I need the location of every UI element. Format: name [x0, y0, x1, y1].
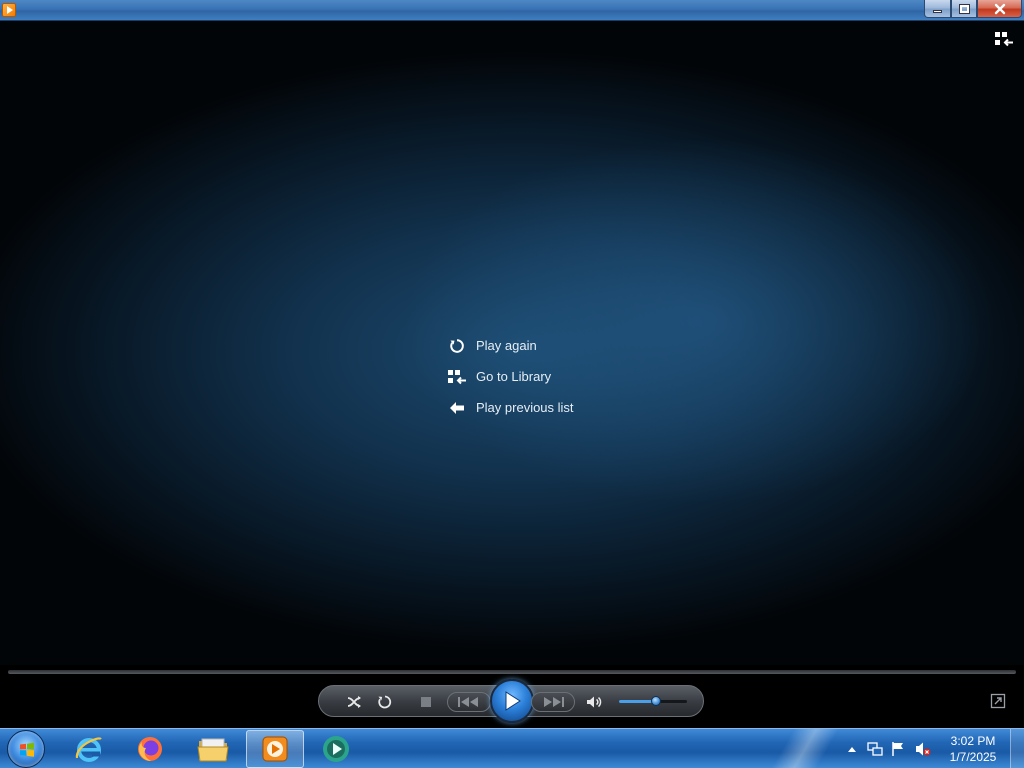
- clock-date: 1/7/2025: [949, 750, 997, 764]
- volume-slider-thumb[interactable]: [651, 696, 662, 706]
- show-hidden-icons-button[interactable]: [844, 741, 860, 757]
- flag-icon: [892, 742, 903, 756]
- windows-media-player-icon: [262, 736, 288, 762]
- clock[interactable]: 3:02 PM 1/7/2025: [943, 733, 1003, 765]
- fullscreen-icon: [990, 693, 1006, 709]
- next-icon: [544, 697, 564, 707]
- stop-button[interactable]: [415, 692, 437, 712]
- go-to-library-button[interactable]: Go to Library: [447, 361, 574, 392]
- title-bar: [0, 0, 1024, 21]
- windows-media-player-icon[interactable]: [2, 3, 16, 17]
- previous-button[interactable]: [447, 692, 491, 712]
- repeat-button[interactable]: [374, 692, 396, 712]
- window-controls: [924, 0, 1022, 19]
- go-to-library-label: Go to Library: [476, 369, 552, 384]
- taskbar-windows-media-center[interactable]: [307, 730, 365, 768]
- shuffle-icon: [347, 696, 361, 708]
- taskbar-windows-media-player[interactable]: [246, 730, 304, 768]
- speaker-muted-icon: [916, 742, 931, 756]
- shuffle-button[interactable]: [343, 692, 365, 712]
- network-button[interactable]: [867, 741, 883, 757]
- windows-logo-icon: [20, 742, 34, 757]
- minimize-button[interactable]: [924, 0, 951, 18]
- library-icon: [447, 369, 467, 385]
- now-playing-area: Play again Go to Library Play previous l…: [0, 21, 1024, 665]
- stop-icon: [421, 697, 431, 707]
- action-center-button[interactable]: [890, 741, 906, 757]
- media-center-icon: [323, 736, 349, 762]
- player-controls-bar: [0, 665, 1024, 728]
- restore-icon: [959, 4, 969, 13]
- taskbar-internet-explorer[interactable]: [60, 730, 118, 768]
- switch-to-library-icon: [995, 32, 1013, 47]
- play-button[interactable]: [490, 679, 534, 723]
- previous-icon: [458, 697, 478, 707]
- replay-icon: [447, 338, 467, 354]
- end-of-playlist-menu: Play again Go to Library Play previous l…: [447, 330, 574, 423]
- seek-bar[interactable]: [8, 670, 1016, 674]
- network-icon: [867, 742, 883, 756]
- back-arrow-icon: [447, 400, 467, 416]
- play-previous-list-button[interactable]: Play previous list: [447, 392, 574, 423]
- play-previous-list-label: Play previous list: [476, 400, 574, 415]
- taskbar-windows-explorer[interactable]: [184, 730, 242, 768]
- close-icon: [994, 3, 1005, 14]
- firefox-icon: [138, 737, 162, 761]
- mute-button[interactable]: [584, 692, 606, 712]
- volume-slider[interactable]: [619, 696, 687, 706]
- play-again-button[interactable]: Play again: [447, 330, 574, 361]
- restore-button[interactable]: [951, 0, 977, 18]
- transport-controls: [318, 679, 704, 723]
- speaker-icon: [587, 696, 602, 708]
- chevron-up-icon: [848, 747, 856, 752]
- taskbar: 3:02 PM 1/7/2025: [0, 728, 1024, 768]
- close-button[interactable]: [977, 0, 1022, 18]
- minimize-icon: [933, 10, 942, 13]
- switch-to-now-playing-button[interactable]: [990, 693, 1006, 709]
- start-button[interactable]: [7, 730, 45, 768]
- clock-time: 3:02 PM: [950, 734, 996, 748]
- switch-to-library-button[interactable]: [994, 31, 1014, 47]
- volume-muted-button[interactable]: [915, 741, 931, 757]
- taskbar-firefox[interactable]: [121, 730, 179, 768]
- play-again-label: Play again: [476, 338, 537, 353]
- show-desktop-button[interactable]: [1010, 729, 1024, 768]
- internet-explorer-icon: [75, 737, 102, 762]
- repeat-icon: [378, 695, 392, 709]
- play-icon: [505, 691, 521, 711]
- next-button[interactable]: [531, 692, 575, 712]
- folder-icon: [197, 738, 229, 762]
